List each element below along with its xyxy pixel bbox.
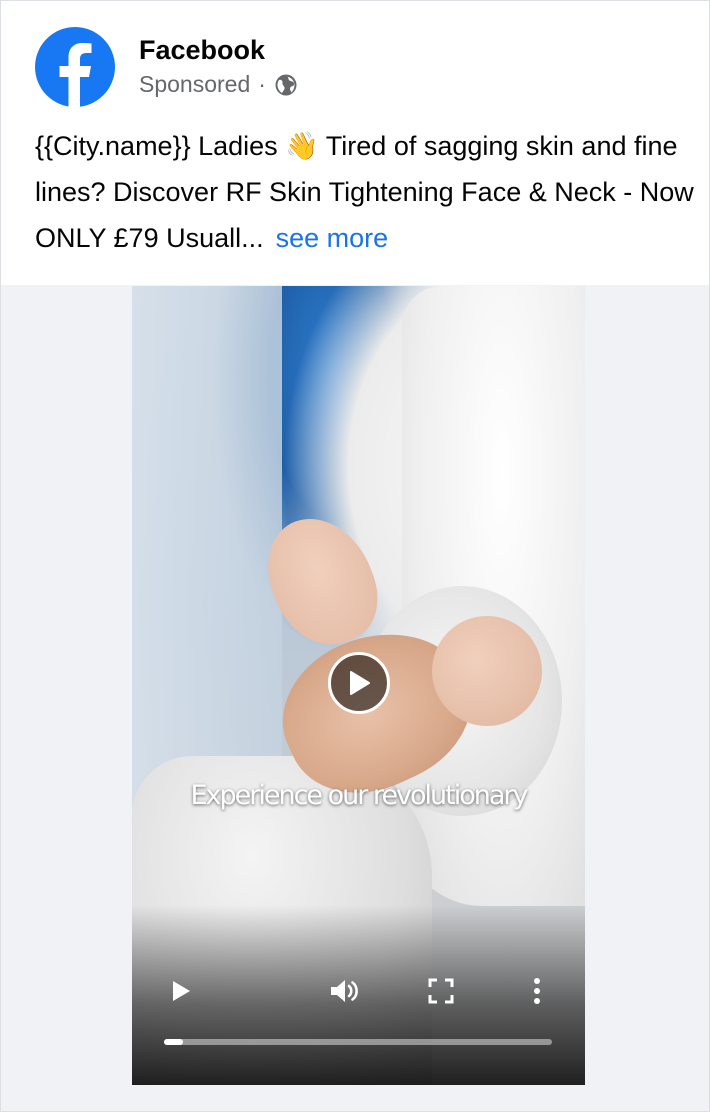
- video-player[interactable]: Experience our revolutionary: [132, 286, 585, 1085]
- more-vertical-icon[interactable]: [520, 974, 554, 1008]
- ad-post-card: Facebook Sponsored · {{City.name}} Ladie…: [0, 0, 710, 1112]
- meta-separator: ·: [258, 71, 266, 97]
- post-header: Facebook Sponsored · {{City.name}} Ladie…: [1, 1, 709, 285]
- see-more-link[interactable]: see more: [276, 223, 389, 253]
- volume-icon[interactable]: [328, 974, 362, 1008]
- post-meta: Sponsored ·: [139, 71, 298, 98]
- sponsored-label[interactable]: Sponsored: [139, 71, 250, 98]
- video-progress-fill: [164, 1039, 183, 1045]
- post-caption: {{City.name}} Ladies 👋 Tired of sagging …: [35, 123, 695, 261]
- video-progress-bar[interactable]: [164, 1039, 552, 1045]
- page-name[interactable]: Facebook: [139, 35, 265, 66]
- play-icon[interactable]: [328, 652, 390, 714]
- video-subtitle: Experience our revolutionary: [190, 780, 528, 811]
- globe-icon[interactable]: [274, 73, 298, 97]
- video-frame-hand: [432, 616, 542, 726]
- fullscreen-icon[interactable]: [424, 974, 458, 1008]
- play-icon[interactable]: [164, 974, 198, 1008]
- facebook-logo-icon[interactable]: [35, 27, 115, 107]
